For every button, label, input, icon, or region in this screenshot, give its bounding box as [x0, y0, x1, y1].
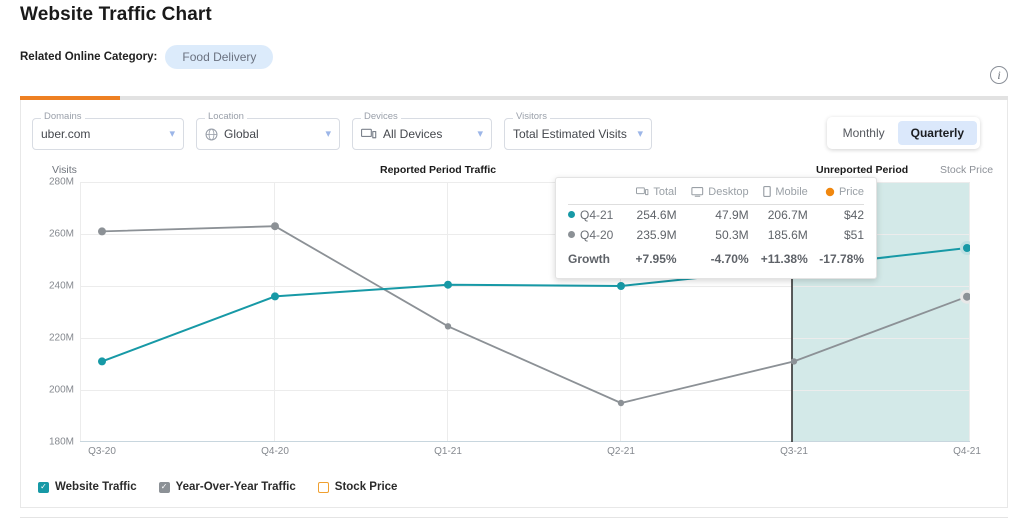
tooltip-col-desktop-label: Desktop — [708, 186, 749, 198]
tooltip-row-label: Q4-21 — [580, 208, 614, 222]
x-tick-label: Q2-21 — [607, 446, 635, 457]
chart-legend: ✓ Website Traffic ✓ Year-Over-Year Traff… — [38, 481, 397, 493]
tooltip-growth-total: +7.95% — [635, 252, 677, 266]
tooltip-cell-total: 254.6M — [636, 208, 677, 222]
filter-devices[interactable]: Devices All Devices ▾ — [352, 112, 492, 150]
tooltip-cell-desktop: 47.9M — [715, 208, 749, 222]
tooltip-col-price-label: Price — [838, 186, 864, 198]
filter-devices-value: All Devices — [383, 127, 443, 141]
filter-domains-value: uber.com — [41, 127, 91, 141]
checkbox-checked-icon[interactable]: ✓ — [38, 481, 49, 493]
tooltip-growth-label: Growth — [568, 252, 610, 266]
legend-item-yoy-traffic[interactable]: ✓ Year-Over-Year Traffic — [158, 481, 296, 493]
footer-divider — [20, 517, 1008, 518]
filter-location-value: Global — [224, 127, 259, 141]
filter-visitors-label: Visitors — [513, 112, 550, 122]
website-traffic-chart-page: Website Traffic Chart Related Online Cat… — [0, 0, 1024, 526]
tooltip-col-total-label: Total — [653, 186, 677, 198]
mobile-icon — [763, 185, 772, 200]
chart-tooltip: Total Desktop Mobile Price Q4-21 254.6M … — [555, 177, 877, 279]
y-tick-label: 260M — [48, 228, 74, 240]
tooltip-col-blank — [568, 185, 625, 205]
granularity-toggle: Monthly Quarterly — [826, 117, 980, 149]
y-tick-label: 280M — [48, 176, 74, 188]
filter-location-label: Location — [205, 112, 247, 122]
tooltip-growth-price: -17.78% — [819, 252, 864, 266]
tooltip-row: Q4-20 235.9M 50.3M 185.6M $51 — [568, 225, 864, 245]
y-tick-label: 200M — [48, 384, 74, 396]
devices-icon — [636, 187, 649, 200]
chevron-down-icon: ▾ — [325, 127, 331, 140]
desktop-icon — [691, 186, 704, 200]
tooltip-cell-total: 235.9M — [636, 228, 677, 242]
x-tick-label: Q1-21 — [434, 446, 462, 457]
tooltip-growth-desktop: -4.70% — [710, 252, 749, 266]
tooltip-header-row: Total Desktop Mobile Price — [568, 185, 864, 205]
x-tick-label: Q4-20 — [261, 446, 289, 457]
checkbox-unchecked-icon[interactable] — [317, 481, 329, 493]
tooltip-growth-mobile: +11.38% — [760, 252, 808, 266]
tooltip-cell-mobile: 206.7M — [767, 208, 808, 222]
tooltip-col-mobile: Mobile — [749, 185, 808, 205]
right-axis-title: Stock Price — [940, 164, 994, 176]
tooltip-col-desktop: Desktop — [677, 185, 749, 205]
chevron-down-icon: ▾ — [637, 127, 643, 140]
checkbox-checked-icon[interactable]: ✓ — [158, 481, 170, 493]
unreported-period-label: Unreported Period — [816, 164, 909, 176]
filter-domains[interactable]: Domains uber.com ▾ — [32, 112, 184, 150]
tooltip-cell-desktop: 50.3M — [715, 228, 749, 242]
panel-progress-bar — [20, 96, 1008, 100]
tooltip-cell-mobile: 185.6M — [767, 228, 808, 242]
legend-item-stock-price[interactable]: Stock Price — [317, 481, 398, 493]
related-category-row: Related Online Category: Food Delivery — [20, 45, 274, 69]
legend-label: Stock Price — [334, 481, 398, 493]
tooltip-row-label-cell: Q4-21 — [568, 205, 625, 226]
filter-visitors[interactable]: Visitors Total Estimated Visits ▾ — [504, 112, 652, 150]
tooltip-col-mobile-label: Mobile — [775, 186, 808, 198]
y-tick-label: 220M — [48, 332, 74, 344]
y-tick-label: 180M — [48, 436, 74, 448]
reported-period-label: Reported Period Traffic — [380, 164, 497, 176]
page-title: Website Traffic Chart — [20, 4, 212, 25]
series-dot-icon — [568, 211, 575, 218]
globe-icon — [205, 128, 218, 141]
tooltip-table: Total Desktop Mobile Price Q4-21 254.6M … — [568, 185, 864, 269]
panel-progress-active — [20, 96, 120, 100]
legend-label: Website Traffic — [55, 481, 137, 493]
granularity-monthly[interactable]: Monthly — [830, 121, 898, 145]
y-axis-title: Visits — [52, 164, 77, 176]
filter-bar: Domains uber.com ▾ Location Global ▾ Dev… — [32, 112, 652, 150]
related-category-label: Related Online Category: — [20, 51, 158, 63]
filter-location[interactable]: Location Global ▾ — [196, 112, 340, 150]
filter-visitors-value: Total Estimated Visits — [513, 127, 627, 141]
tooltip-cell-price: $42 — [843, 208, 864, 222]
x-tick-label: Q3-20 — [88, 446, 116, 457]
chevron-down-icon: ▾ — [169, 127, 175, 140]
tooltip-row-label-cell: Q4-20 — [568, 225, 625, 245]
legend-item-website-traffic[interactable]: ✓ Website Traffic — [38, 481, 137, 493]
info-icon[interactable]: i — [990, 66, 1008, 84]
legend-label: Year-Over-Year Traffic — [175, 481, 296, 493]
x-tick-label: Q3-21 — [780, 446, 808, 457]
filter-domains-label: Domains — [41, 112, 85, 122]
info-glyph: i — [997, 67, 1001, 82]
tooltip-col-price: Price — [808, 185, 864, 205]
related-category-pill[interactable]: Food Delivery — [165, 45, 274, 69]
series-dot-icon — [568, 231, 575, 238]
tooltip-growth-row: Growth +7.95% -4.70% +11.38% -17.78% — [568, 245, 864, 269]
tooltip-cell-price: $51 — [843, 228, 864, 242]
chevron-down-icon: ▾ — [477, 127, 483, 140]
y-tick-label: 240M — [48, 280, 74, 292]
filter-devices-label: Devices — [361, 112, 401, 122]
tooltip-row-label: Q4-20 — [580, 228, 614, 242]
granularity-quarterly[interactable]: Quarterly — [897, 121, 977, 145]
tooltip-col-total: Total — [625, 185, 677, 205]
tooltip-row: Q4-21 254.6M 47.9M 206.7M $42 — [568, 205, 864, 226]
x-tick-label: Q4-21 — [953, 446, 981, 457]
devices-icon — [361, 128, 377, 141]
price-dot-icon — [825, 187, 835, 200]
